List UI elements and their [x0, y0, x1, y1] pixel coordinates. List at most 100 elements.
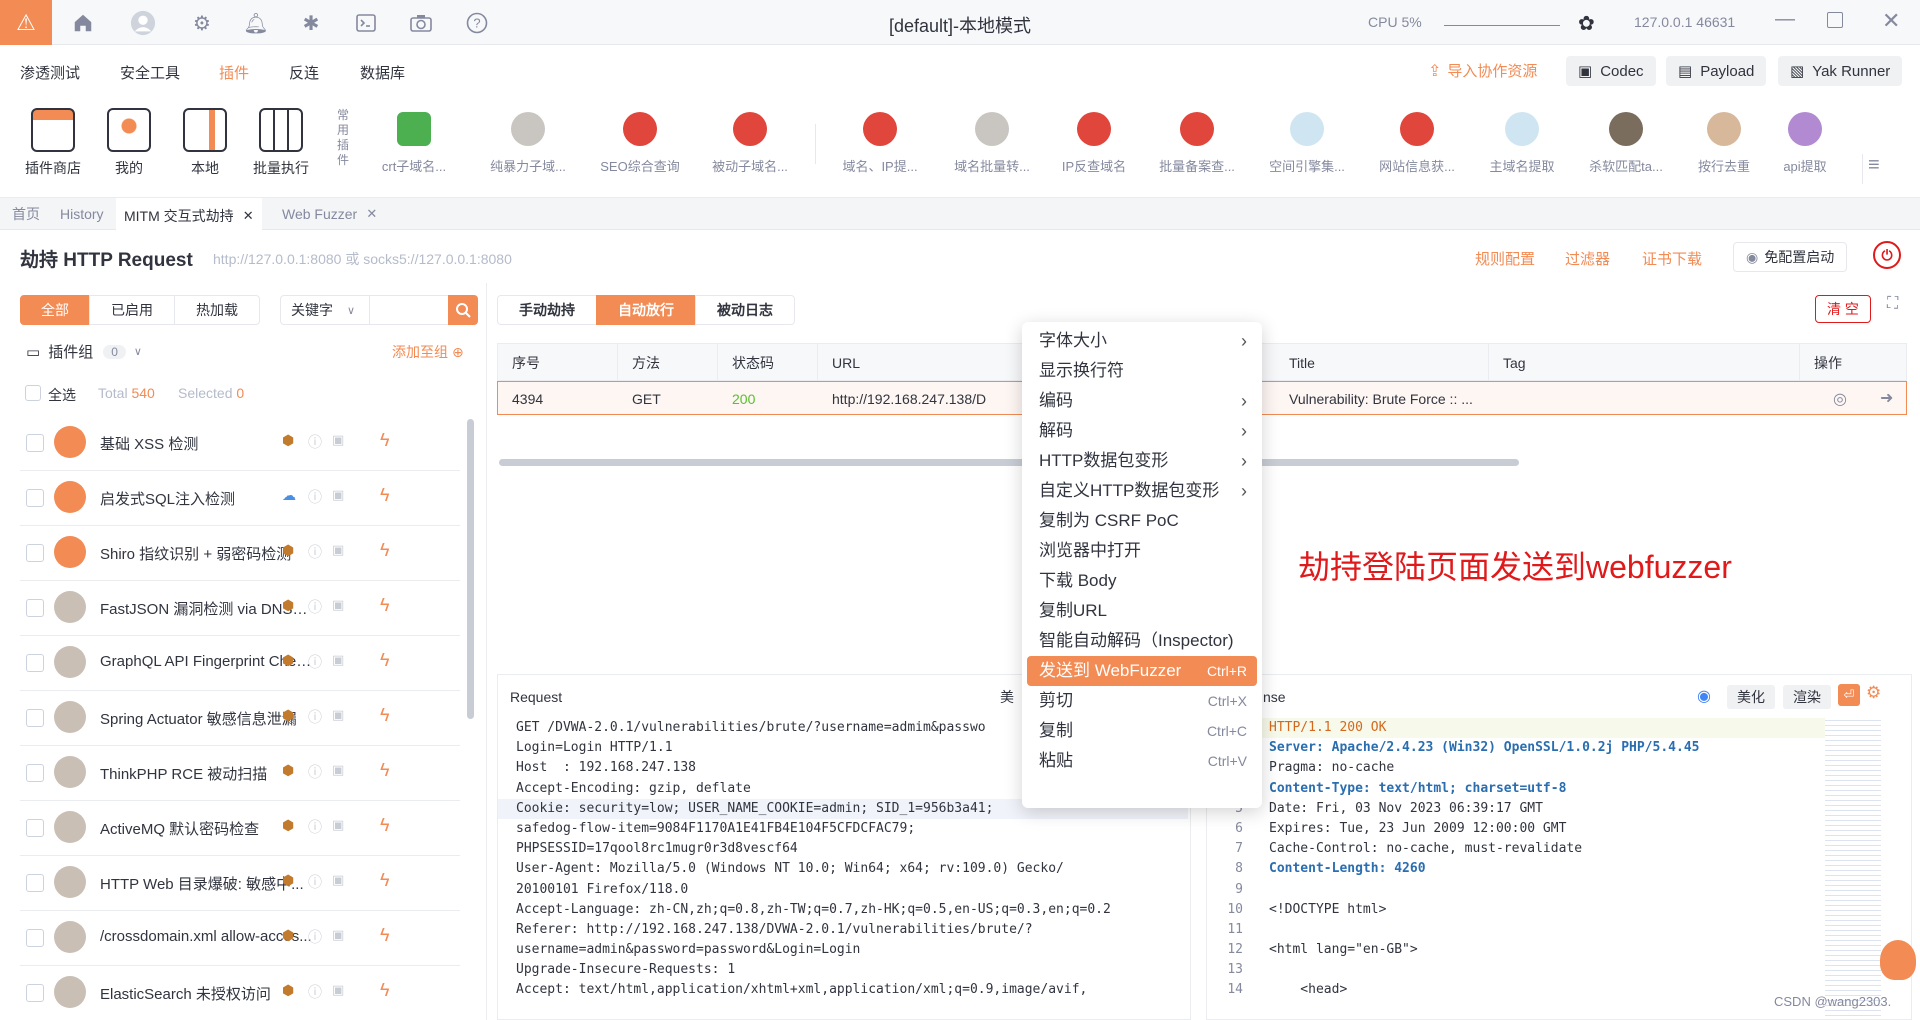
yak-runner-button[interactable]: ▧ Yak Runner — [1778, 56, 1903, 86]
gear-icon[interactable]: ⚙ — [189, 10, 215, 36]
minimize-icon[interactable]: — — [1775, 8, 1795, 31]
bug-icon[interactable]: ✱ — [298, 10, 324, 36]
plugin-group-selector[interactable]: ▭ 插件组 0 ∨ — [26, 341, 142, 362]
menu-pentest[interactable]: 渗透测试 — [20, 62, 80, 83]
plugin-shortcut-1[interactable]: crt子域名... — [360, 112, 468, 175]
mascot-icon[interactable] — [1880, 940, 1916, 980]
context-menu-item[interactable]: 复制为 CSRF PoC — [1027, 506, 1257, 536]
user-avatar-icon[interactable] — [130, 10, 156, 36]
plugin-checkbox[interactable] — [26, 599, 44, 617]
context-menu-item[interactable]: HTTP数据包变形 › — [1027, 446, 1257, 476]
context-menu-item[interactable]: 显示换行符 — [1027, 356, 1257, 386]
help-icon[interactable]: ⓘ — [308, 597, 322, 617]
my-plugins-button[interactable]: 我的 — [96, 108, 162, 178]
list-item[interactable]: ThinkPHP RCE 被动扫描 ⬢ ⓘ ▣ ϟ — [20, 746, 460, 801]
help-icon[interactable]: ⓘ — [308, 982, 322, 1002]
context-menu-item[interactable]: 字体大小 › — [1027, 326, 1257, 356]
terminal-icon[interactable]: ▣ — [332, 707, 344, 723]
home-icon[interactable] — [70, 10, 96, 36]
chrome-open-icon[interactable]: ◎ — [1833, 389, 1847, 409]
terminal-icon[interactable]: ▣ — [332, 872, 344, 888]
context-menu-item[interactable]: 编码 › — [1027, 386, 1257, 416]
menu-security-tools[interactable]: 安全工具 — [120, 62, 180, 83]
manual-hijack-button[interactable]: 手动劫持 — [497, 295, 597, 325]
plugin-checkbox[interactable] — [26, 544, 44, 562]
context-menu-item[interactable]: 智能自动解码（Inspector) — [1027, 626, 1257, 656]
plugin-shortcut-8[interactable]: 批量备案查... — [1143, 112, 1251, 175]
help-icon[interactable]: ? — [464, 10, 490, 36]
help-icon[interactable]: ⓘ — [308, 542, 322, 562]
plugin-shortcut-3[interactable]: SEO综合查询 — [586, 112, 694, 175]
keyword-search-input[interactable] — [369, 295, 449, 325]
tab-web-fuzzer[interactable]: Web Fuzzer ✕ — [274, 198, 385, 230]
context-menu-item[interactable]: 复制 Ctrl+C — [1027, 716, 1257, 746]
clear-button[interactable]: 清 空 — [1815, 295, 1871, 323]
terminal-icon[interactable]: ▣ — [332, 762, 344, 778]
camera-icon[interactable] — [408, 10, 434, 36]
filter-link[interactable]: 过滤器 — [1565, 248, 1610, 269]
power-icon[interactable]: ⏻ — [1873, 241, 1901, 269]
auto-release-button[interactable]: 自动放行 — [596, 295, 696, 325]
lightning-icon[interactable]: ϟ — [380, 925, 390, 946]
lightning-icon[interactable]: ϟ — [380, 430, 390, 451]
terminal-icon[interactable]: ▣ — [332, 652, 344, 668]
chrome-icon[interactable]: ◉ — [1697, 686, 1711, 706]
fullscreen-icon[interactable]: ⛶ — [1887, 295, 1898, 313]
response-wrap-icon[interactable]: ⏎ — [1838, 684, 1860, 706]
lightning-icon[interactable]: ϟ — [380, 595, 390, 616]
local-plugins-button[interactable]: 本地 — [172, 108, 238, 178]
search-button[interactable] — [448, 295, 478, 325]
lightning-icon[interactable]: ϟ — [380, 870, 390, 891]
lightning-icon[interactable]: ϟ — [380, 760, 390, 781]
context-menu-item[interactable]: 发送到 WebFuzzer Ctrl+R — [1027, 656, 1257, 686]
filter-hotload-button[interactable]: 热加载 — [174, 295, 260, 325]
plugin-checkbox[interactable] — [26, 874, 44, 892]
plugin-checkbox[interactable] — [26, 434, 44, 452]
plugin-shortcut-4[interactable]: 被动子域名... — [696, 112, 804, 175]
help-icon[interactable]: ⓘ — [308, 927, 322, 947]
terminal-icon[interactable]: ▣ — [332, 597, 344, 613]
tab-history[interactable]: History — [52, 198, 112, 230]
help-icon[interactable]: ⓘ — [308, 707, 322, 727]
editor-minimap[interactable] — [1825, 718, 1881, 1018]
terminal-icon[interactable]: ▣ — [332, 927, 344, 943]
plugin-checkbox[interactable] — [26, 819, 44, 837]
terminal-icon[interactable]: ▣ — [332, 817, 344, 833]
passive-log-button[interactable]: 被动日志 — [695, 295, 795, 325]
response-render-button[interactable]: 渲染 — [1783, 685, 1831, 709]
request-beautify-button[interactable]: 美 — [1000, 687, 1014, 707]
lightning-icon[interactable]: ϟ — [380, 815, 390, 836]
filter-enabled-button[interactable]: 已启用 — [89, 295, 175, 325]
list-item[interactable]: /crossdomain.xml allow-acces... ⬢ ⓘ ▣ ϟ — [20, 911, 460, 966]
help-icon[interactable]: ⓘ — [308, 432, 322, 452]
plugin-shortcut-14[interactable]: api提取 — [1751, 112, 1859, 175]
menu-reverse[interactable]: 反连 — [289, 62, 319, 83]
list-item[interactable]: FastJSON 漏洞检测 via DNSLog ⬢ ⓘ ▣ ϟ — [20, 581, 460, 636]
context-menu-item[interactable]: 下载 Body — [1027, 566, 1257, 596]
plugin-shortcut-12[interactable]: 杀软匹配ta... — [1572, 112, 1680, 175]
tab-home[interactable]: 首页 — [4, 198, 48, 230]
terminal-icon[interactable] — [353, 10, 379, 36]
plugin-shortcut-6[interactable]: 域名批量转... — [938, 112, 1046, 175]
help-icon[interactable]: ⓘ — [308, 762, 322, 782]
engine-icon[interactable]: ✿ — [1578, 11, 1595, 36]
batch-execute-button[interactable]: 批量执行 — [248, 108, 314, 178]
rule-config-link[interactable]: 规则配置 — [1475, 248, 1535, 269]
filter-all-button[interactable]: 全部 — [20, 295, 90, 325]
response-editor[interactable]: 1HTTP/1.1 200 OK2Server: Apache/2.4.23 (… — [1207, 718, 1847, 1018]
bell-icon[interactable]: 🔔︎ — [243, 10, 269, 36]
import-resource-button[interactable]: ⇪ 导入协作资源 — [1428, 60, 1537, 81]
help-icon[interactable]: ⓘ — [308, 652, 322, 672]
lightning-icon[interactable]: ϟ — [380, 980, 390, 1001]
context-menu-item[interactable]: 解码 › — [1027, 416, 1257, 446]
plugin-checkbox[interactable] — [26, 929, 44, 947]
context-menu-item[interactable]: 粘贴 Ctrl+V — [1027, 746, 1257, 776]
plugin-checkbox[interactable] — [26, 984, 44, 1002]
context-menu-item[interactable]: 剪切 Ctrl+X — [1027, 686, 1257, 716]
list-item[interactable]: HTTP Web 目录爆破: 敏感中... ⬢ ⓘ ▣ ϟ — [20, 856, 460, 911]
lightning-icon[interactable]: ϟ — [380, 540, 390, 561]
list-item[interactable]: 启发式SQL注入检测 ☁ ⓘ ▣ ϟ — [20, 471, 460, 526]
response-beautify-button[interactable]: 美化 — [1727, 685, 1775, 709]
lightning-icon[interactable]: ϟ — [380, 705, 390, 726]
collapse-icon[interactable]: ≡ — [1868, 154, 1880, 177]
